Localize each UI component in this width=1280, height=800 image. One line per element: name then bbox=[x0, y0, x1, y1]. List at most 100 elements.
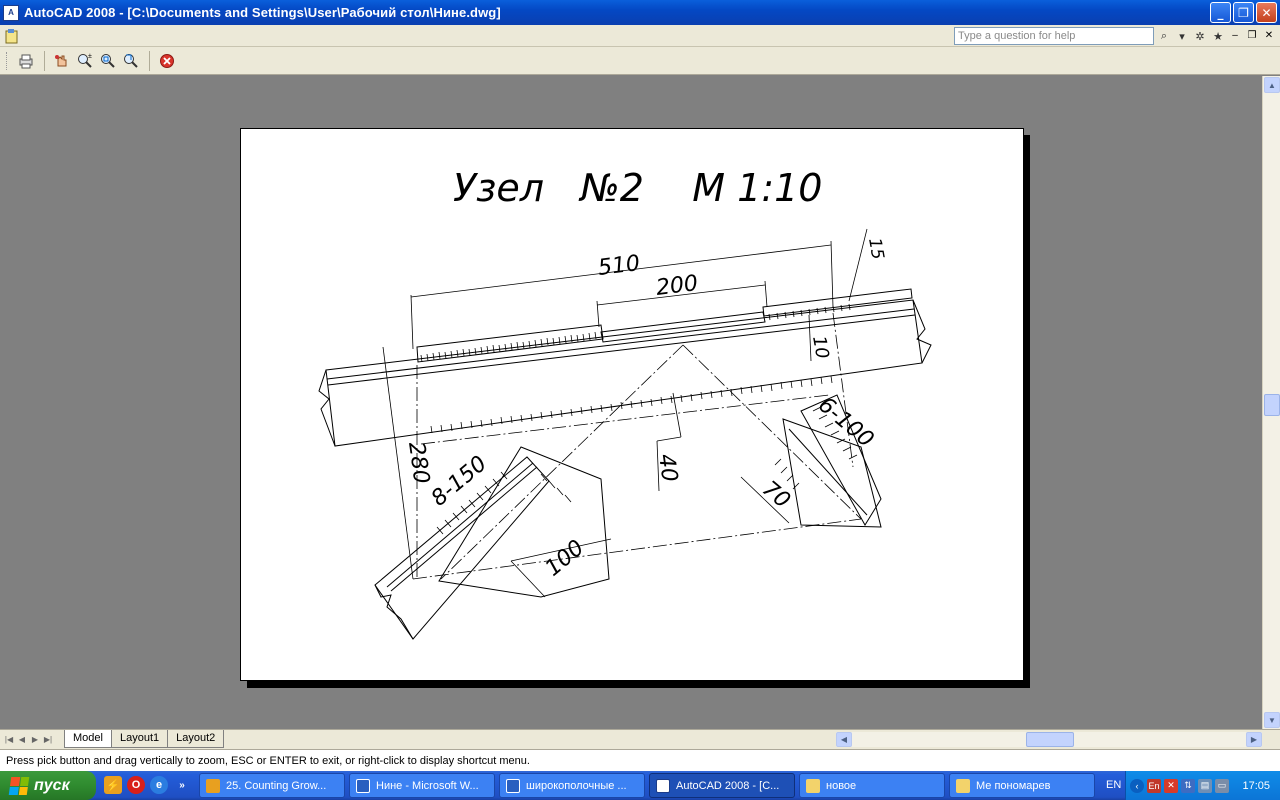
toolbar-separator bbox=[44, 50, 45, 71]
close-preview-icon[interactable] bbox=[156, 50, 178, 72]
drawing-viewport[interactable]: Узел №2 М 1:10 510 200 15 10 280 8-150 6… bbox=[0, 76, 1262, 729]
task-label: AutoCAD 2008 - [C... bbox=[676, 779, 780, 792]
first-tab-icon[interactable]: |◀ bbox=[3, 733, 15, 746]
language-indicator[interactable]: EN bbox=[1106, 779, 1121, 791]
window-controls: _ ❐ ✕ bbox=[1210, 2, 1277, 23]
task-word-nine[interactable]: Нине - Microsoft W... bbox=[349, 773, 495, 798]
start-button[interactable]: пуск bbox=[0, 771, 96, 800]
clock[interactable]: 17:05 bbox=[1242, 780, 1270, 792]
system-tray: ‹ En ✕ ⇅ ▤ ▭ 17:05 bbox=[1125, 771, 1280, 800]
document-window-controls: – ❐ ✕ bbox=[1228, 28, 1276, 42]
vertical-scroll-thumb[interactable] bbox=[1264, 394, 1280, 416]
doc-restore-button[interactable]: ❐ bbox=[1245, 28, 1259, 42]
tab-layout2[interactable]: Layout2 bbox=[167, 730, 225, 748]
scroll-right-arrow-icon[interactable]: ▶ bbox=[1246, 732, 1262, 747]
opera-icon[interactable]: O bbox=[127, 776, 145, 794]
windows-flag-icon bbox=[8, 776, 30, 795]
dimension-40: 40 bbox=[653, 452, 682, 483]
keyboard-layout-icon[interactable]: En bbox=[1147, 778, 1161, 793]
task-label: 25. Counting Grow... bbox=[226, 779, 327, 792]
prev-tab-icon[interactable]: ◀ bbox=[16, 733, 28, 746]
command-line[interactable]: Press pick button and drag vertically to… bbox=[0, 749, 1280, 771]
chevron-more-icon[interactable]: » bbox=[173, 776, 191, 794]
dimension-15: 15 bbox=[864, 236, 887, 261]
task-folder-novoe[interactable]: новое bbox=[799, 773, 945, 798]
title-bar: A AutoCAD 2008 - [C:\Documents and Setti… bbox=[0, 0, 1280, 25]
task-label: новое bbox=[826, 779, 857, 792]
quick-launch: ⚡ O e » bbox=[104, 776, 191, 794]
tab-layout1[interactable]: Layout1 bbox=[110, 730, 169, 748]
close-button[interactable]: ✕ bbox=[1256, 2, 1277, 23]
drawing-title: Узел №2 М 1:10 bbox=[453, 166, 822, 210]
dimension-8-150: 8-150 bbox=[427, 451, 492, 511]
centerlines bbox=[412, 312, 862, 580]
monitor-icon[interactable]: ▭ bbox=[1215, 778, 1229, 793]
favorites-star-icon[interactable]: ★ bbox=[1210, 28, 1226, 44]
minimize-button[interactable]: _ bbox=[1210, 2, 1231, 23]
tray-expand-icon[interactable]: ‹ bbox=[1130, 778, 1144, 793]
dimension-510: 510 bbox=[597, 251, 642, 281]
horizontal-scrollbar[interactable]: ◀ ▶ bbox=[836, 732, 1262, 747]
last-tab-icon[interactable]: ▶| bbox=[42, 733, 54, 746]
autocad-app-icon[interactable]: A bbox=[3, 4, 19, 21]
word-icon bbox=[506, 778, 520, 793]
dimension-70: 70 bbox=[757, 476, 795, 513]
help-tools: ⌕ ▾ ✲ ★ bbox=[1156, 28, 1226, 44]
pan-icon[interactable] bbox=[51, 50, 73, 72]
layout-tabs-bar: |◀ ◀ ▶ ▶| Model Layout1 Layout2 ◀ ▶ bbox=[0, 729, 1280, 749]
autocad-task-icon bbox=[656, 778, 670, 793]
zoom-previous-icon[interactable] bbox=[120, 50, 142, 72]
drawing-canvas: Узел №2 М 1:10 510 200 15 10 280 8-150 6… bbox=[318, 166, 932, 640]
layout-tabs: Model Layout1 Layout2 bbox=[64, 730, 225, 748]
autocad-task-icon bbox=[206, 778, 220, 793]
dimension-lines bbox=[382, 228, 868, 598]
antivirus-icon[interactable]: ✕ bbox=[1164, 778, 1178, 793]
network-icon[interactable]: ⇅ bbox=[1181, 778, 1195, 793]
tab-navigation: |◀ ◀ ▶ ▶| bbox=[3, 733, 54, 746]
drawing-sheet[interactable]: Узел №2 М 1:10 510 200 15 10 280 8-150 6… bbox=[240, 128, 1024, 681]
scroll-left-arrow-icon[interactable]: ◀ bbox=[836, 732, 852, 747]
connection-icon[interactable]: ▤ bbox=[1198, 778, 1212, 793]
next-tab-icon[interactable]: ▶ bbox=[29, 733, 41, 746]
start-label: пуск bbox=[34, 776, 70, 794]
taskbar: пуск ⚡ O e » 25. Counting Grow... Нине -… bbox=[0, 771, 1280, 800]
doc-close-button[interactable]: ✕ bbox=[1262, 28, 1276, 42]
task-counting-grow[interactable]: 25. Counting Grow... bbox=[199, 773, 345, 798]
scroll-down-arrow-icon[interactable]: ▼ bbox=[1264, 712, 1280, 728]
doc-minimize-button[interactable]: – bbox=[1228, 28, 1242, 42]
folder-icon bbox=[806, 778, 820, 793]
toolbar-separator bbox=[149, 50, 150, 71]
toolbar-grip[interactable] bbox=[6, 51, 9, 70]
task-label: широкополочные ... bbox=[526, 779, 627, 792]
task-shirokopolochnye[interactable]: широкополочные ... bbox=[499, 773, 645, 798]
dimension-6-100: 6-100 bbox=[813, 392, 878, 452]
horizontal-scroll-thumb[interactable] bbox=[1026, 732, 1074, 747]
top-plate bbox=[416, 324, 604, 363]
vertical-scrollbar[interactable]: ▲ ▼ bbox=[1262, 76, 1280, 729]
beam-break-right bbox=[912, 299, 932, 364]
document-icon[interactable] bbox=[4, 28, 20, 44]
zoom-window-icon[interactable] bbox=[97, 50, 119, 72]
menu-bar: Type a question for help ⌕ ▾ ✲ ★ – ❐ ✕ bbox=[0, 25, 1280, 47]
browser-icon[interactable]: e bbox=[150, 776, 168, 794]
communication-center-icon[interactable]: ✲ bbox=[1192, 28, 1208, 44]
search-icon[interactable]: ⌕ bbox=[1156, 28, 1172, 44]
plot-icon[interactable] bbox=[15, 50, 37, 72]
autocad-launch-icon[interactable]: ⚡ bbox=[104, 776, 122, 794]
word-icon bbox=[356, 778, 370, 793]
preview-toolbar: ± bbox=[0, 47, 1280, 75]
scroll-up-arrow-icon[interactable]: ▲ bbox=[1264, 77, 1280, 93]
dimension-280: 280 bbox=[403, 440, 434, 485]
task-label: Нине - Microsoft W... bbox=[376, 779, 479, 792]
chevron-down-icon[interactable]: ▾ bbox=[1174, 28, 1190, 44]
help-search-input[interactable]: Type a question for help bbox=[954, 27, 1154, 45]
restore-button[interactable]: ❐ bbox=[1233, 2, 1254, 23]
tab-model[interactable]: Model bbox=[64, 730, 112, 748]
svg-text:±: ± bbox=[88, 53, 92, 60]
task-autocad[interactable]: AutoCAD 2008 - [C... bbox=[649, 773, 795, 798]
task-folder-ponomarev[interactable]: Ме пономарев bbox=[949, 773, 1095, 798]
task-label: Ме пономарев bbox=[976, 779, 1051, 792]
dimension-200: 200 bbox=[655, 271, 700, 301]
command-prompt-text: Press pick button and drag vertically to… bbox=[6, 755, 530, 767]
zoom-realtime-icon[interactable]: ± bbox=[74, 50, 96, 72]
